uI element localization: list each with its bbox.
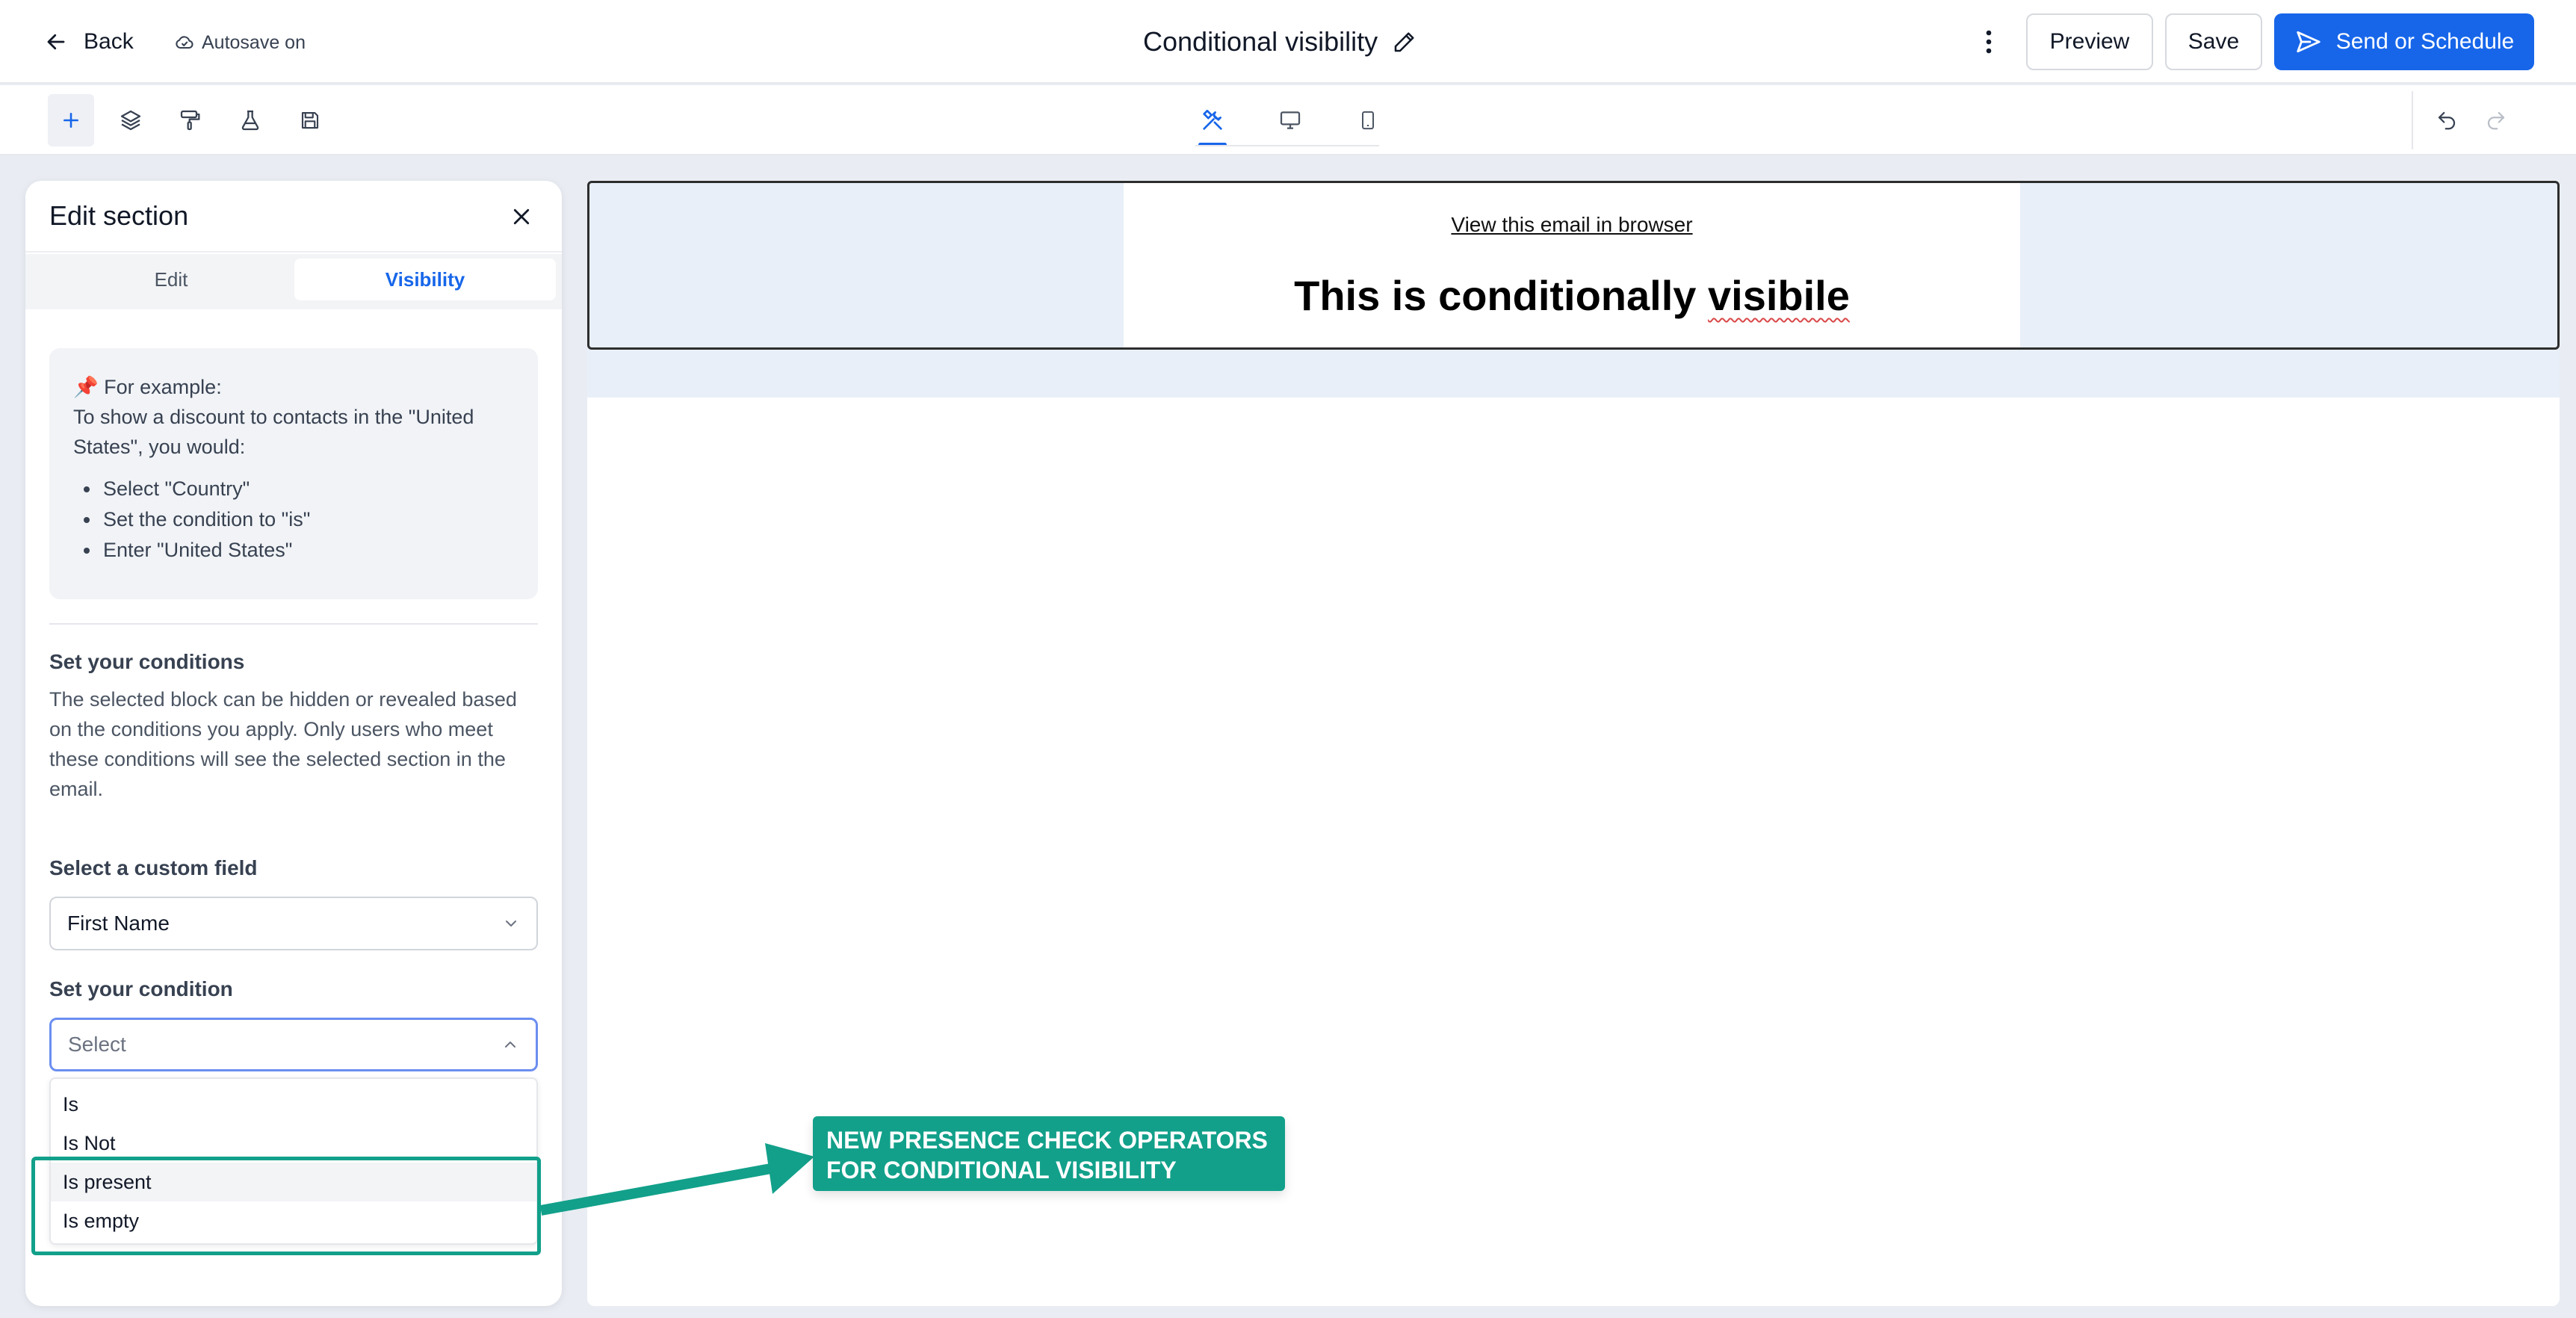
example-text: To show a discount to contacts in the "U… bbox=[73, 406, 474, 458]
conditions-description: The selected block can be hidden or reve… bbox=[49, 688, 517, 800]
document-title: Conditional visibility bbox=[1143, 22, 1418, 61]
pencil-icon[interactable] bbox=[1391, 28, 1418, 55]
callout-line-2: FOR CONDITIONAL VISIBILITY bbox=[826, 1157, 1177, 1184]
flask-icon bbox=[241, 110, 259, 131]
annotation-highlight-frame bbox=[31, 1157, 541, 1255]
tab-design[interactable] bbox=[1179, 96, 1246, 146]
toolbar-divider bbox=[2412, 91, 2413, 149]
add-icon bbox=[64, 113, 78, 128]
condition-placeholder: Select bbox=[68, 1033, 126, 1056]
annotation-callout: NEW PRESENCE CHECK OPERATORS FOR CONDITI… bbox=[813, 1116, 1285, 1191]
test-button[interactable] bbox=[227, 94, 273, 146]
styles-button[interactable] bbox=[167, 94, 214, 146]
tab-mobile-preview[interactable] bbox=[1334, 96, 1402, 145]
add-block-button[interactable] bbox=[48, 94, 94, 146]
mobile-icon bbox=[1362, 111, 1374, 130]
example-callout: 📌 For example: To show a discount to con… bbox=[49, 348, 538, 599]
send-label: Send or Schedule bbox=[2335, 29, 2515, 54]
arrow-left-icon bbox=[47, 34, 65, 50]
redo-icon bbox=[2487, 111, 2505, 130]
pin-icon: 📌 bbox=[73, 376, 99, 398]
chevron-down-icon bbox=[506, 921, 516, 926]
undo-button[interactable] bbox=[2424, 94, 2470, 146]
example-steps: Select "Country" Set the condition to "i… bbox=[73, 474, 514, 566]
more-options-button[interactable] bbox=[1972, 24, 2005, 60]
back-button[interactable]: Back bbox=[45, 25, 134, 58]
list-item: Set the condition to "is" bbox=[73, 504, 514, 535]
list-item: Enter "United States" bbox=[73, 535, 514, 566]
example-heading: For example: bbox=[104, 376, 222, 398]
floppy-disk-icon bbox=[301, 111, 319, 129]
custom-field-value: First Name bbox=[67, 912, 170, 935]
panel-header: Edit section bbox=[25, 181, 562, 253]
option-is[interactable]: Is bbox=[51, 1085, 536, 1124]
layers-icon bbox=[120, 110, 141, 131]
close-icon bbox=[513, 208, 530, 225]
redo-button[interactable] bbox=[2473, 94, 2519, 146]
save-button[interactable]: Save bbox=[2165, 13, 2262, 70]
callout-line-1: NEW PRESENCE CHECK OPERATORS bbox=[826, 1127, 1268, 1154]
list-item: Select "Country" bbox=[73, 474, 514, 504]
tab-edit[interactable]: Edit bbox=[33, 259, 309, 300]
back-label: Back bbox=[84, 29, 134, 54]
autosave-label: Autosave on bbox=[202, 31, 306, 53]
desktop-icon bbox=[1280, 111, 1301, 129]
email-heading-misspelled: visibile bbox=[1707, 272, 1850, 319]
condition-select[interactable]: Select bbox=[49, 1018, 538, 1071]
condition-label: Set your condition bbox=[49, 977, 233, 1000]
panel-tabs: Edit Visibility bbox=[25, 254, 562, 309]
paper-plane-icon bbox=[2297, 31, 2320, 53]
email-heading[interactable]: This is conditionally visibile bbox=[1124, 271, 2020, 320]
save-template-button[interactable] bbox=[287, 94, 333, 146]
tab-desktop-preview[interactable] bbox=[1257, 96, 1324, 145]
email-content-block[interactable]: View this email in browser This is condi… bbox=[1124, 183, 2020, 347]
view-tabs-underline bbox=[1195, 145, 1379, 146]
example-heading-line: 📌 For example: bbox=[73, 372, 514, 402]
kebab-menu-icon bbox=[1986, 30, 1992, 54]
panel-title: Edit section bbox=[49, 200, 189, 231]
custom-field-select[interactable]: First Name bbox=[49, 897, 538, 950]
layers-button[interactable] bbox=[108, 94, 154, 146]
undo-icon bbox=[2438, 111, 2456, 130]
email-heading-main: This is conditionally bbox=[1294, 272, 1708, 319]
design-tools-icon bbox=[1203, 109, 1222, 130]
view-in-browser-link[interactable]: View this email in browser bbox=[1124, 213, 2020, 237]
conditions-heading: Set your conditions bbox=[49, 650, 245, 673]
paint-roller-icon bbox=[180, 110, 200, 131]
divider bbox=[49, 623, 538, 625]
close-panel-button[interactable] bbox=[505, 200, 538, 233]
document-title-text: Conditional visibility bbox=[1143, 26, 1378, 57]
top-bar: Back Autosave on Conditional visibility … bbox=[0, 0, 2576, 84]
preview-button[interactable]: Preview bbox=[2026, 13, 2153, 70]
custom-field-label: Select a custom field bbox=[49, 856, 258, 879]
autosave-indicator: Autosave on bbox=[173, 28, 306, 57]
edit-section-panel: Edit section Edit Visibility 📌 For examp… bbox=[25, 181, 562, 1306]
chevron-up-icon bbox=[505, 1042, 515, 1048]
send-or-schedule-button[interactable]: Send or Schedule bbox=[2274, 13, 2534, 70]
tab-visibility[interactable]: Visibility bbox=[294, 259, 556, 300]
cloud-check-icon bbox=[176, 36, 193, 49]
